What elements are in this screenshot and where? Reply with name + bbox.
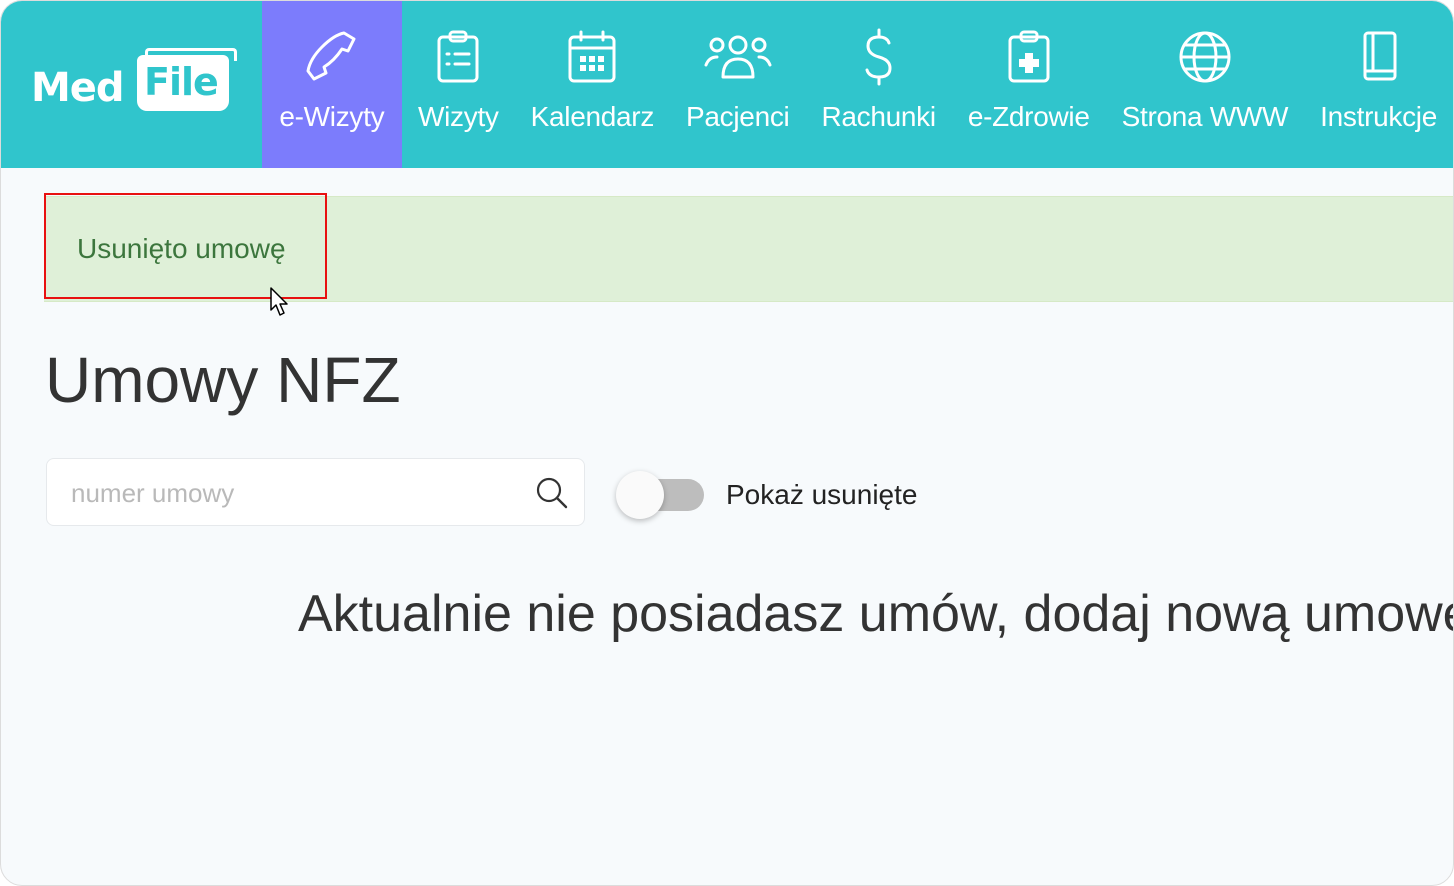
nav-label: e-Wizyty	[279, 101, 385, 132]
contract-search-box	[46, 458, 585, 526]
nav-label: e-Zdrowie	[967, 101, 1090, 132]
nav-item-rachunki[interactable]: Rachunki	[805, 1, 951, 168]
empty-state-message: Aktualnie nie posiadasz umów, dodaj nową…	[298, 585, 1454, 643]
nav-item-e-wizyty[interactable]: e-Wizyty	[261, 1, 402, 168]
toggle-knob	[616, 471, 664, 519]
medfile-logo[interactable]: Med File	[1, 1, 262, 168]
annotation-highlight-box	[44, 193, 327, 299]
nav-label: Rachunki	[821, 101, 936, 132]
clipboard-medical-icon	[1006, 27, 1052, 87]
nav-label: Kalendarz	[530, 101, 655, 132]
logo-text-file: File	[144, 60, 219, 104]
show-deleted-label[interactable]: Pokaż usunięte	[726, 479, 917, 511]
nav-item-e-zdrowie[interactable]: e-Zdrowie	[952, 1, 1106, 168]
search-icon[interactable]	[535, 476, 569, 515]
nav-item-pacjenci[interactable]: Pacjenci	[670, 1, 805, 168]
nav-label: Strona WWW	[1121, 101, 1289, 132]
nav-item-strona-www[interactable]: Strona WWW	[1106, 1, 1305, 168]
page-title: Umowy NFZ	[45, 344, 401, 416]
app-window: Med File e-Wizyty Wizyty Kalendarz Pacje…	[0, 0, 1454, 886]
nav-label: Pacjenci	[686, 101, 790, 132]
nav-item-wizyty[interactable]: Wizyty	[402, 1, 515, 168]
globe-icon	[1177, 27, 1233, 87]
nav-item-kalendarz[interactable]: Kalendarz	[515, 1, 670, 168]
top-navbar: Med File e-Wizyty Wizyty Kalendarz Pacje…	[1, 1, 1453, 168]
book-icon	[1359, 27, 1399, 87]
nav-item-instrukcje[interactable]: Instrukcje	[1304, 1, 1453, 168]
nav-label: Instrukcje	[1320, 101, 1437, 132]
phone-icon	[304, 27, 360, 87]
show-deleted-toggle[interactable]	[616, 471, 706, 519]
clipboard-list-icon	[435, 27, 481, 87]
mouse-cursor-icon	[269, 286, 293, 325]
logo-text-med: Med	[31, 65, 125, 111]
contract-number-search-input[interactable]	[69, 475, 513, 511]
users-icon	[703, 27, 773, 87]
nav-label: Wizyty	[418, 101, 499, 132]
calendar-icon	[566, 27, 618, 87]
dollar-icon	[859, 27, 899, 87]
